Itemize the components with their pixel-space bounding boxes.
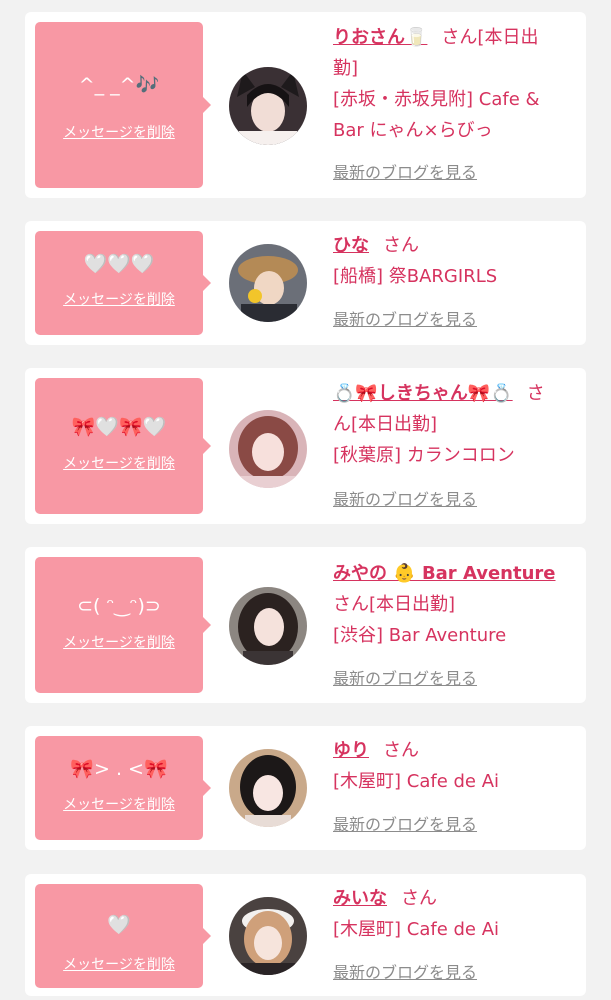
- shop-name: [赤坂・赤坂見附] Cafe &: [333, 89, 540, 110]
- delete-message-link[interactable]: メッセージを削除: [35, 291, 203, 309]
- latest-blog-link[interactable]: 最新のブログを見る: [333, 490, 477, 510]
- avatar[interactable]: [229, 410, 307, 488]
- message-bubble: 🤍 メッセージを削除: [35, 884, 211, 988]
- delete-message-link[interactable]: メッセージを削除: [35, 796, 203, 814]
- cast-name-link[interactable]: ひな: [333, 235, 369, 256]
- latest-blog-link[interactable]: 最新のブログを見る: [333, 963, 477, 983]
- cast-info: ひな さん [船橋] 祭BARGIRLS: [333, 230, 573, 292]
- shop-name: [秋葉原] カランコロン: [333, 445, 515, 466]
- latest-blog-link[interactable]: 最新のブログを見る: [333, 310, 477, 330]
- message-bubble: ⊂( ᵔ‿ᵔ)⊃ メッセージを削除: [35, 557, 211, 693]
- message-bubble: ^_ _^🎶 メッセージを削除: [35, 22, 211, 188]
- avatar[interactable]: [229, 587, 307, 665]
- delete-message-link[interactable]: メッセージを削除: [35, 634, 203, 652]
- message-text: 🤍: [107, 914, 131, 936]
- honorific: さん: [383, 235, 419, 256]
- latest-blog-link[interactable]: 最新のブログを見る: [333, 163, 477, 183]
- delete-message-link[interactable]: メッセージを削除: [35, 124, 203, 142]
- cast-info: りおさん🥛 さん[本日出 勤] [赤坂・赤坂見附] Cafe & Bar にゃん×…: [333, 22, 573, 146]
- message-card: 🤍🤍🤍 メッセージを削除 ひな さん [船橋] 祭BARGIRLS 最新のブログを…: [25, 221, 586, 345]
- message-text: 🎀> . <🎀: [70, 758, 168, 780]
- honorific: さ: [526, 383, 545, 404]
- latest-blog-link[interactable]: 最新のブログを見る: [333, 669, 477, 689]
- shop-name: [船橋] 祭BARGIRLS: [333, 266, 498, 287]
- cast-info: みいな さん [木屋町] Cafe de Ai: [333, 883, 573, 945]
- delete-message-link[interactable]: メッセージを削除: [35, 956, 203, 974]
- message-text: 🎀🤍🎀🤍: [71, 416, 167, 438]
- latest-blog-link[interactable]: 最新のブログを見る: [333, 815, 477, 835]
- honorific: さん: [383, 740, 419, 761]
- cast-name-link[interactable]: みやの 👶 Bar Aventure: [333, 563, 556, 584]
- shop-name: [木屋町] Cafe de Ai: [333, 771, 500, 792]
- message-card: ^_ _^🎶 メッセージを削除 りおさん🥛 さん[本日出 勤] [赤坂・赤坂見附]…: [25, 12, 586, 198]
- cast-info: 💍🎀しきちゃん🎀💍 さ ん[本日出勤] [秋葉原] カランコロン: [333, 378, 573, 471]
- message-bubble: 🎀🤍🎀🤍 メッセージを削除: [35, 378, 211, 514]
- delete-message-link[interactable]: メッセージを削除: [35, 455, 203, 473]
- message-card: 🎀> . <🎀 メッセージを削除 ゆり さん [木屋町] Cafe de Ai 最…: [25, 726, 586, 850]
- avatar[interactable]: [229, 897, 307, 975]
- cast-info: みやの 👶 Bar Aventure さん[本日出勤] [渋谷] Bar Ave…: [333, 558, 573, 651]
- status-line: ん[本日出勤]: [333, 414, 438, 435]
- cast-name-link[interactable]: ゆり: [333, 740, 369, 761]
- avatar-photo-icon: [229, 897, 307, 975]
- message-card: 🎀🤍🎀🤍 メッセージを削除 💍🎀しきちゃん🎀💍 さ ん[本日出勤] [秋葉原] カ…: [25, 368, 586, 524]
- message-text: ^_ _^🎶: [78, 74, 160, 96]
- message-bubble: 🎀> . <🎀 メッセージを削除: [35, 736, 211, 840]
- shop-name: [木屋町] Cafe de Ai: [333, 919, 500, 940]
- status-line: 勤]: [333, 58, 359, 79]
- honorific-status: さん[本日出: [441, 27, 539, 48]
- message-text: ⊂( ᵔ‿ᵔ)⊃: [77, 595, 161, 617]
- cast-name-link[interactable]: りおさん🥛: [333, 27, 427, 48]
- shop-name-cont: Bar にゃん×らびっ: [333, 120, 493, 141]
- message-text: 🤍🤍🤍: [83, 253, 155, 275]
- cast-info: ゆり さん [木屋町] Cafe de Ai: [333, 735, 573, 797]
- cast-name-link[interactable]: 💍🎀しきちゃん🎀💍: [333, 383, 513, 404]
- shop-name: [渋谷] Bar Aventure: [333, 625, 507, 646]
- avatar-photo-icon: [229, 410, 307, 488]
- honorific: さん: [401, 888, 437, 909]
- avatar-photo-icon: [229, 67, 307, 145]
- message-card: ⊂( ᵔ‿ᵔ)⊃ メッセージを削除 みやの 👶 Bar Aventure さん[…: [25, 547, 586, 703]
- avatar-photo-icon: [229, 244, 307, 322]
- avatar-photo-icon: [229, 749, 307, 827]
- avatar[interactable]: [229, 244, 307, 322]
- message-card: 🤍 メッセージを削除 みいな さん [木屋町] Cafe de Ai 最新のブログ…: [25, 874, 586, 996]
- avatar[interactable]: [229, 749, 307, 827]
- avatar[interactable]: [229, 67, 307, 145]
- honorific-status: さん[本日出勤]: [333, 594, 456, 615]
- avatar-photo-icon: [229, 587, 307, 665]
- cast-name-link[interactable]: みいな: [333, 888, 387, 909]
- message-bubble: 🤍🤍🤍 メッセージを削除: [35, 231, 211, 335]
